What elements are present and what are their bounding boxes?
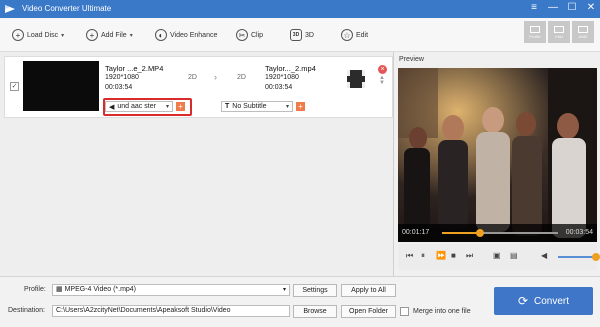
- fast-forward-icon[interactable]: ⏩: [436, 251, 446, 260]
- gpu-icon: [530, 25, 540, 33]
- profile-format-button[interactable]: Profile: [524, 21, 546, 43]
- target-duration: 00:03:54: [265, 84, 293, 91]
- toolbar: + Load Disc ▾ + Add File ▾ ◐ Video Enhan…: [0, 18, 600, 52]
- app-title: Video Converter Ultimate: [22, 4, 112, 13]
- star-icon: ☆: [341, 29, 353, 41]
- destination-field[interactable]: C:\Users\A2zcityNet\Documents\Apeaksoft …: [52, 305, 290, 317]
- file-row[interactable]: ✓ Taylor ...e_2.MP4 1920*1080 00:03:54 2…: [4, 56, 393, 118]
- remove-file-icon[interactable]: ×: [378, 65, 387, 74]
- seek-progress: [442, 232, 481, 234]
- apply-to-all-button[interactable]: Apply to All: [341, 284, 396, 297]
- scissors-icon: ✂: [236, 29, 248, 41]
- video-scene-image: [398, 68, 597, 242]
- convert-label: Convert: [534, 295, 570, 307]
- palette-icon: ◐: [155, 29, 167, 41]
- skip-back-icon[interactable]: ⏮: [406, 251, 413, 261]
- seek-handle[interactable]: [476, 229, 485, 237]
- open-folder-button[interactable]: Open Folder: [341, 305, 396, 318]
- merge-label: Merge into one file: [413, 308, 471, 315]
- video-frame[interactable]: [398, 68, 597, 242]
- intel-format-button[interactable]: Intel: [548, 21, 570, 43]
- load-disc-label: Load Disc: [27, 31, 59, 39]
- add-subtitle-button[interactable]: +: [296, 102, 305, 111]
- app-logo-icon: [5, 5, 15, 13]
- edit-button[interactable]: ☆ Edit: [341, 29, 368, 41]
- video-format-icon: ▦: [56, 286, 65, 293]
- format-label: Intel: [555, 33, 563, 39]
- 3d-icon: 3D: [290, 29, 302, 41]
- volume-icon[interactable]: ◀: [541, 251, 547, 260]
- 3d-label: 3D: [305, 31, 314, 39]
- amd-format-button[interactable]: AMD: [572, 21, 594, 43]
- maximize-button[interactable]: ☐: [567, 2, 577, 14]
- playback-bar: 00:01:17 00:03:54: [398, 224, 597, 242]
- camera-icon[interactable]: ▣: [493, 251, 501, 260]
- reorder-icon[interactable]: ▲ ▼: [379, 75, 385, 86]
- film-strip-icon[interactable]: [347, 70, 365, 88]
- preview-panel: Preview 00:01:17 00:03:54 ⏮ ⏸ ⏩ ■ ⏭ ▣ ▤ …: [393, 52, 600, 276]
- video-thumbnail[interactable]: [23, 61, 99, 111]
- target-resolution: 1920*1080: [265, 74, 299, 81]
- 3d-button[interactable]: 3D 3D: [290, 29, 314, 41]
- skip-forward-icon[interactable]: ⏭: [466, 251, 473, 261]
- menu-icon[interactable]: ≡: [529, 2, 539, 14]
- stop-icon[interactable]: ■: [451, 251, 456, 260]
- source-dimension: 2D: [188, 74, 197, 81]
- arrow-right-icon: ›: [214, 72, 217, 82]
- merge-option[interactable]: Merge into one file: [400, 307, 471, 316]
- file-add-icon: +: [86, 29, 98, 41]
- total-time: 00:03:54: [565, 229, 593, 236]
- add-file-button[interactable]: + Add File ▾: [86, 29, 133, 41]
- browse-button[interactable]: Browse: [293, 305, 337, 318]
- player-controls: ⏮ ⏸ ⏩ ■ ⏭ ▣ ▤ ◀: [398, 244, 600, 270]
- source-resolution: 1920*1080: [105, 74, 139, 81]
- volume-handle[interactable]: [592, 253, 600, 261]
- bottom-bar: Profile: ▦ MPEG-4 Video (*.mp4) ▾ Settin…: [0, 276, 600, 327]
- merge-checkbox[interactable]: [400, 307, 409, 316]
- title-bar: Video Converter Ultimate ≡ — ☐ ✕: [0, 0, 600, 18]
- file-list: ✓ Taylor ...e_2.MP4 1920*1080 00:03:54 2…: [0, 52, 393, 276]
- close-button[interactable]: ✕: [586, 2, 596, 14]
- video-enhance-label: Video Enhance: [170, 31, 218, 39]
- video-enhance-button[interactable]: ◐ Video Enhance: [155, 29, 217, 41]
- highlight-box: [103, 98, 192, 116]
- profile-select[interactable]: ▦ MPEG-4 Video (*.mp4) ▾: [52, 284, 290, 296]
- format-label: AMD: [578, 33, 588, 39]
- target-file-name: Taylor..._2.mp4: [265, 64, 316, 73]
- clip-label: Clip: [251, 31, 264, 39]
- load-disc-button[interactable]: + Load Disc ▾: [12, 29, 64, 41]
- profile-value: MPEG-4 Video (*.mp4): [64, 286, 137, 293]
- chevron-down-icon[interactable]: ▾: [61, 32, 64, 39]
- refresh-icon: ⟳: [517, 294, 529, 308]
- profile-label: Profile:: [24, 286, 46, 293]
- format-label: Profile: [529, 33, 541, 39]
- minimize-button[interactable]: —: [548, 2, 558, 14]
- destination-label: Destination:: [8, 307, 45, 314]
- convert-button[interactable]: ⟳ Convert: [494, 287, 593, 315]
- text-icon: T: [225, 103, 230, 110]
- disc-add-icon: +: [12, 29, 24, 41]
- source-file-name: Taylor ...e_2.MP4: [105, 64, 164, 73]
- gpu-icon: [554, 25, 564, 33]
- settings-button[interactable]: Settings: [293, 284, 337, 297]
- pause-icon[interactable]: ⏸: [421, 251, 425, 261]
- file-checkbox[interactable]: ✓: [10, 82, 19, 91]
- preview-label: Preview: [399, 56, 424, 63]
- clip-button[interactable]: ✂ Clip: [236, 29, 263, 41]
- chevron-down-icon[interactable]: ▾: [130, 32, 133, 39]
- volume-slider[interactable]: [558, 256, 594, 258]
- seek-slider[interactable]: [442, 229, 558, 237]
- target-dimension: 2D: [237, 74, 246, 81]
- chevron-down-icon: ▾: [282, 287, 286, 293]
- subtitle-value: No Subtitle: [232, 103, 267, 110]
- source-duration: 00:03:54: [105, 84, 133, 91]
- gpu-icon: [578, 25, 588, 33]
- subtitle-select[interactable]: T No Subtitle ▾: [221, 101, 293, 112]
- add-file-label: Add File: [101, 31, 127, 39]
- chevron-down-icon: ▾: [285, 104, 289, 110]
- edit-label: Edit: [356, 31, 369, 39]
- folder-icon[interactable]: ▤: [510, 251, 518, 260]
- current-time: 00:01:17: [402, 229, 430, 236]
